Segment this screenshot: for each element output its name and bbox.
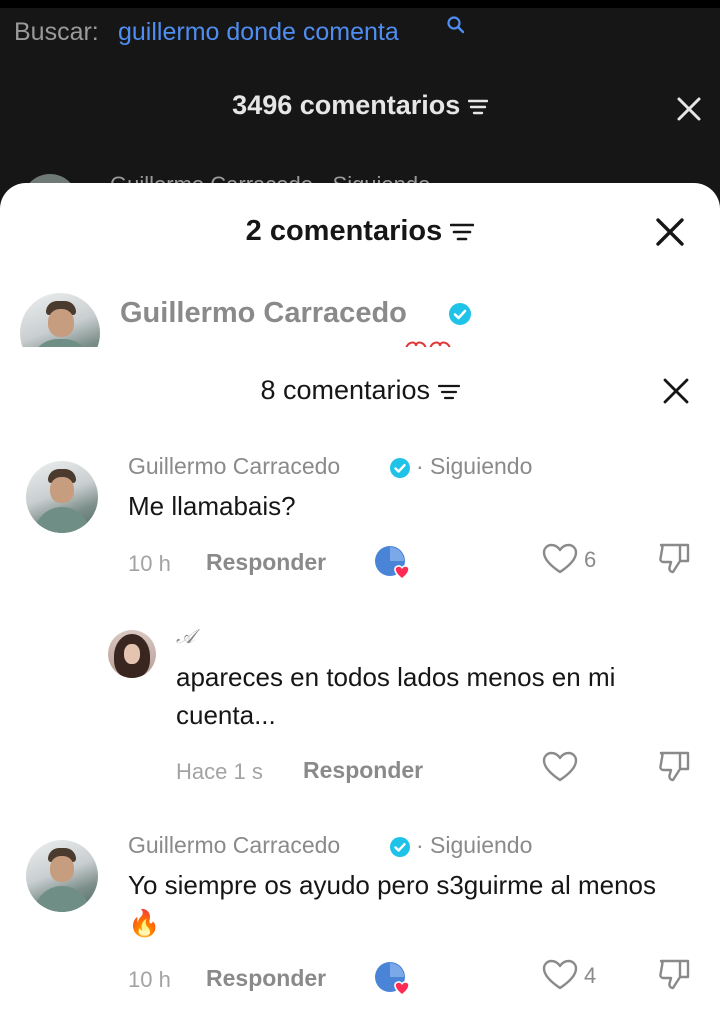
verified-icon	[390, 458, 410, 478]
filter-icon[interactable]	[437, 383, 460, 401]
heart-icon[interactable]	[542, 543, 578, 575]
comment-time: Hace 1 s	[176, 759, 263, 784]
background-comment-count: 3496 comentarios	[232, 90, 461, 120]
comment-author[interactable]: Guillermo Carracedo	[128, 453, 340, 480]
sheet-title: 8 comentarios	[0, 375, 720, 406]
comment-text: Me llamabais?	[128, 491, 296, 521]
dislike-icon[interactable]	[658, 749, 692, 783]
comment-author[interactable]: 𝒜	[176, 626, 195, 649]
heart-icon[interactable]	[542, 751, 578, 783]
search-icon[interactable]	[446, 15, 466, 35]
like-count: 4	[584, 963, 597, 988]
background-sheet-title: 3496 comentarios	[0, 90, 720, 121]
close-icon[interactable]	[653, 215, 687, 249]
sheet-title: 2 comentarios	[0, 215, 720, 248]
search-label: Buscar:	[14, 18, 99, 46]
close-icon[interactable]	[674, 94, 704, 124]
comment-time: 10 h	[128, 551, 171, 576]
dislike-icon[interactable]	[658, 957, 692, 991]
filter-icon[interactable]	[450, 222, 475, 242]
comment-count: 2 comentarios	[245, 215, 443, 247]
creator-liked-icon	[375, 546, 410, 581]
like-count: 6	[584, 547, 597, 572]
comment-count: 8 comentarios	[260, 375, 431, 405]
comment-text: apareces en todos lados menos en mi cuen…	[176, 662, 616, 730]
comment-author[interactable]: Guillermo Carracedo	[120, 297, 407, 330]
comment-item: Guillermo Carracedo · Siguiendo Yo siemp…	[0, 826, 720, 1032]
following-status: · Siguiendo	[416, 832, 533, 858]
filter-icon[interactable]	[467, 98, 489, 116]
status-bar	[0, 0, 720, 8]
verified-icon	[449, 303, 471, 325]
reply-button[interactable]: Responder	[206, 965, 326, 992]
comment-item: 𝒜 apareces en todos lados menos en mi cu…	[0, 622, 720, 792]
avatar-container	[18, 293, 102, 347]
dislike-icon[interactable]	[658, 541, 692, 575]
comment-author[interactable]: Guillermo Carracedo	[128, 832, 340, 859]
avatar[interactable]	[108, 630, 156, 678]
comment-time: 10 h	[128, 967, 171, 992]
following-status: · Siguiendo	[416, 453, 533, 479]
creator-liked-icon	[375, 962, 410, 997]
verified-icon	[390, 837, 410, 857]
comment-item: Guillermo Carracedo · Siguiendo Me llama…	[0, 447, 720, 607]
comments-sheet-top: 8 comentarios Guillermo Carracedo · Sigu…	[0, 347, 720, 1032]
avatar[interactable]	[26, 461, 98, 533]
reply-button[interactable]: Responder	[303, 757, 423, 784]
comment-text: Yo siempre os ayudo pero s3guirme al men…	[128, 870, 656, 938]
close-icon[interactable]	[662, 377, 690, 405]
avatar[interactable]	[26, 840, 98, 912]
reply-button[interactable]: Responder	[206, 549, 326, 576]
heart-icon[interactable]	[542, 959, 578, 991]
avatar[interactable]	[20, 293, 100, 347]
search-query[interactable]: guillermo donde comenta	[118, 18, 399, 47]
